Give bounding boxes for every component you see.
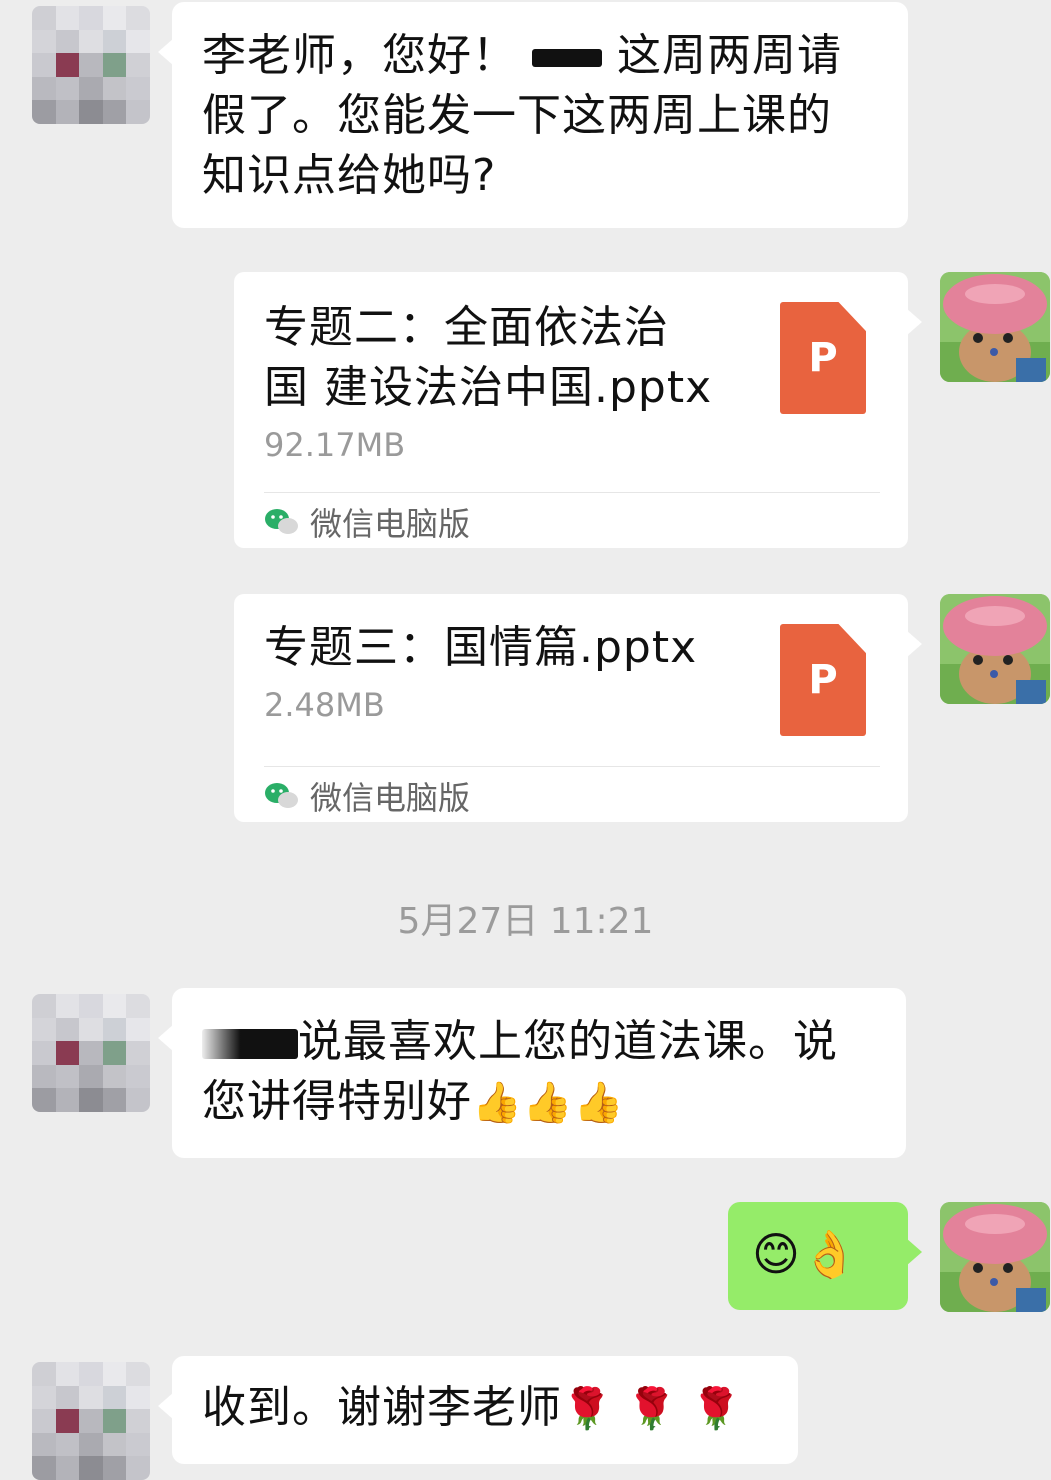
file-size: 2.48MB: [264, 686, 385, 724]
file-card-topic-2[interactable]: 专题二：全面依法治 国 建设法治中国.pptx 92.17MB P 微信电脑版: [234, 272, 922, 548]
file-source-label: 微信电脑版: [310, 779, 471, 817]
ppt-file-icon: P: [780, 624, 866, 736]
message-text: 您讲得特别好: [202, 1076, 472, 1127]
message-line: 假了。您能发一下这两周上课的: [202, 90, 832, 141]
smile-ok-hand-icon: 😊👌: [752, 1227, 860, 1281]
avatar-teacher-3[interactable]: [940, 1202, 1050, 1312]
avatar-parent-1[interactable]: [32, 6, 150, 124]
message-line: 您讲得特别好👍👍👍: [202, 1072, 876, 1133]
divider: [264, 766, 880, 767]
file-source-label: 微信电脑版: [310, 505, 471, 543]
chopper-avatar-icon: [940, 594, 1050, 704]
message-text: 收到。谢谢李老师: [202, 1382, 562, 1433]
file-title-line: 专题二：全面依法治: [264, 302, 669, 353]
message-bubble-emoji-reply[interactable]: 😊👌: [728, 1202, 922, 1310]
message-text: 李老师，您好！: [202, 30, 517, 81]
chopper-avatar-icon: [940, 1202, 1050, 1312]
file-size: 92.17MB: [264, 426, 406, 464]
message-bubble-request[interactable]: 李老师，您好！ 这周两周请 假了。您能发一下这两周上课的 知识点给她吗?: [158, 2, 908, 228]
file-title: 专题二：全面依法治 国 建设法治中国.pptx: [264, 298, 744, 418]
wechat-logo-icon: [265, 783, 298, 808]
message-line: 说最喜欢上您的道法课。说: [202, 1012, 876, 1072]
avatar-parent-3[interactable]: [32, 1362, 150, 1480]
message-bubble-praise[interactable]: 说最喜欢上您的道法课。说 您讲得特别好👍👍👍: [158, 988, 906, 1158]
message-line: 李老师，您好！ 这周两周请: [202, 26, 878, 86]
chat-timestamp: 5月27日 11:21: [397, 901, 654, 942]
avatar-teacher-1[interactable]: [940, 272, 1050, 382]
avatar-parent-2[interactable]: [32, 994, 150, 1112]
file-title-line: 国 建设法治中国.pptx: [264, 362, 713, 413]
wechat-logo-icon: [265, 509, 298, 534]
message-line: 知识点给她吗?: [202, 150, 497, 201]
thumbs-up-icon: 👍👍👍: [472, 1080, 625, 1126]
message-text: 这周两周请: [617, 30, 842, 81]
rose-icon: 🌹 🌹 🌹: [562, 1386, 742, 1432]
message-bubble-thanks[interactable]: 收到。谢谢李老师🌹 🌹 🌹: [158, 1356, 798, 1464]
message-text: 说最喜欢上您的道法课。说: [298, 1016, 838, 1067]
avatar-teacher-2[interactable]: [940, 594, 1050, 704]
ppt-icon-letter: P: [780, 302, 866, 414]
file-card-topic-3[interactable]: 专题三：国情篇.pptx 2.48MB P 微信电脑版: [234, 594, 922, 822]
ppt-file-icon: P: [780, 302, 866, 414]
file-title: 专题三：国情篇.pptx: [264, 622, 698, 673]
divider: [264, 492, 880, 493]
ppt-icon-letter: P: [780, 624, 866, 736]
source-row: 微信电脑版: [264, 774, 470, 818]
redacted-name: [532, 49, 602, 67]
source-row: 微信电脑版: [264, 500, 470, 544]
redacted-name: [202, 1029, 298, 1059]
chopper-avatar-icon: [940, 272, 1050, 382]
